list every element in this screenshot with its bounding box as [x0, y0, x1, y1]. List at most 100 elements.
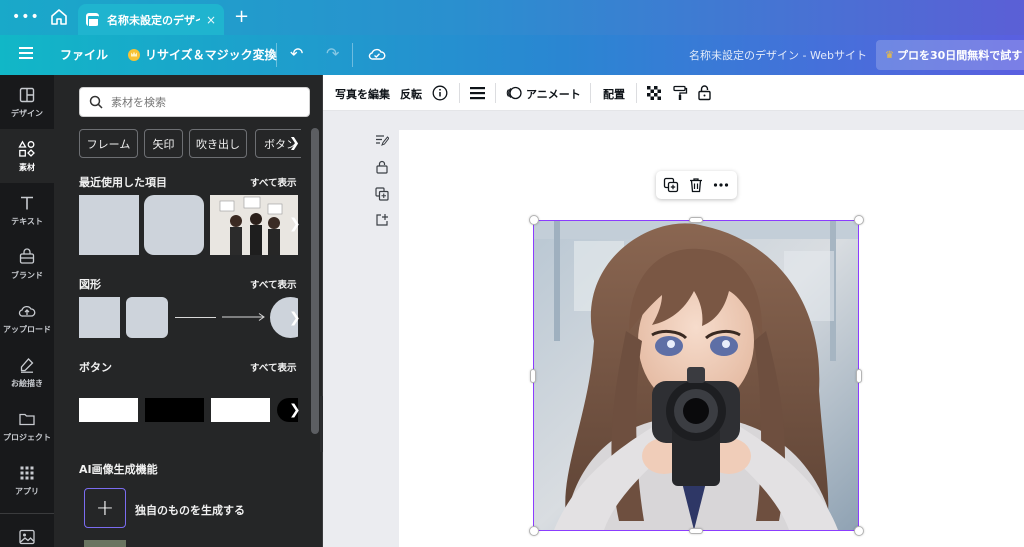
pro-trial-label: プロを30日間無料で試す [896, 49, 1023, 62]
edit-photo-button[interactable]: 写真を編集 [335, 86, 390, 102]
shapes-next-icon[interactable]: ❯ [289, 310, 301, 326]
cloud-saved-icon[interactable] [368, 45, 386, 63]
ai-generate-plus-button[interactable]: + [84, 488, 126, 528]
rail-label: ブランド [11, 270, 43, 280]
search-icon [89, 95, 103, 109]
element-quick-menu [656, 171, 737, 199]
resize-handle-bottom-right[interactable] [854, 526, 864, 536]
tab-title: 名称未設定のデザイ... [107, 13, 200, 27]
chevron-right-icon[interactable]: ❯ [289, 136, 300, 151]
rail-item-design[interactable]: デザイン [0, 75, 54, 129]
tab-close-icon[interactable]: × [206, 13, 216, 27]
rail-item-apps[interactable]: アプリ [0, 453, 54, 507]
buttons-next-icon[interactable]: ❯ [289, 402, 301, 418]
pro-trial-button[interactable]: ♛ プロを30日間無料で試す [876, 40, 1024, 70]
animate-button[interactable]: アニメート [526, 86, 581, 102]
border-style-icon[interactable] [470, 86, 485, 100]
recent-see-all-link[interactable]: すべて表示 [250, 175, 296, 189]
rail-item-elements[interactable]: 素材 [0, 129, 54, 183]
shape-arrow-line[interactable] [222, 312, 266, 322]
apps-icon [20, 466, 34, 479]
duplicate-icon[interactable] [663, 177, 679, 193]
position-button[interactable]: 配置 [603, 86, 625, 102]
menubar-divider [276, 43, 277, 67]
document-title[interactable]: 名称未設定のデザイン - Webサイト [689, 47, 867, 63]
chip-arrows[interactable]: 矢印 [144, 129, 183, 158]
rail-item-brand[interactable]: ブランド [0, 237, 54, 291]
home-icon[interactable] [50, 8, 68, 26]
rail-item-uploads[interactable]: アップロード [0, 291, 54, 345]
chip-speech-bubbles[interactable]: 吹き出し [189, 129, 247, 158]
ai-sample-thumbnail[interactable] [84, 540, 126, 547]
buttons-section-title: ボタン [79, 361, 112, 374]
resize-handle-top-left[interactable] [529, 215, 539, 225]
photos-icon[interactable] [18, 528, 36, 546]
crown-icon [128, 48, 140, 61]
element-search-box[interactable] [79, 87, 310, 117]
shape-square[interactable] [79, 297, 120, 338]
draw-icon [20, 357, 34, 373]
toolbar-divider [459, 83, 460, 103]
undo-icon[interactable]: ↶ [290, 44, 303, 63]
recent-item-photo-thumbnail[interactable] [210, 195, 298, 255]
file-menu-button[interactable]: ファイル [60, 46, 108, 63]
trash-icon[interactable] [688, 177, 704, 193]
rail-item-projects[interactable]: プロジェクト [0, 399, 54, 453]
info-icon[interactable] [432, 85, 448, 101]
browser-menu-icon[interactable]: ••• [12, 9, 40, 25]
category-chips: フレーム 矢印 吹き出し ボタン [79, 129, 301, 159]
browser-tab-active[interactable]: 名称未設定のデザイ... × [78, 4, 224, 35]
recent-next-icon[interactable]: ❯ [289, 216, 301, 232]
rail-label: プロジェクト [3, 432, 51, 442]
app-menubar: ファイル リサイズ＆マジック変換 ↶ ↷ 名称未設定のデザイン - Webサイト… [0, 35, 1024, 75]
brand-icon [19, 247, 35, 264]
rail-label: デザイン [11, 108, 43, 118]
ai-generate-label[interactable]: 独自のものを生成する [135, 502, 245, 518]
button-white[interactable] [79, 398, 138, 422]
resize-handle-bottom[interactable] [689, 528, 703, 534]
layout-icon [19, 87, 35, 102]
rail-label: アップロード [3, 324, 51, 334]
transparency-icon[interactable] [647, 86, 661, 100]
resize-handle-bottom-left[interactable] [529, 526, 539, 536]
rail-item-text[interactable]: テキスト [0, 183, 54, 237]
recent-item-rounded-square[interactable] [144, 195, 204, 255]
rail-divider [0, 513, 54, 514]
resize-handle-top[interactable] [689, 217, 703, 223]
shapes-see-all-link[interactable]: すべて表示 [250, 277, 296, 291]
redo-icon[interactable]: ↷ [326, 44, 339, 63]
buttons-see-all-link[interactable]: すべて表示 [250, 360, 296, 374]
upload-icon [18, 305, 36, 317]
flip-button[interactable]: 反転 [400, 86, 422, 102]
shapes-icon [18, 139, 35, 157]
rail-label: テキスト [11, 216, 43, 226]
rail-label: お絵描き [11, 378, 43, 388]
lock-page-icon[interactable] [375, 160, 389, 174]
recent-item-square[interactable] [79, 195, 139, 255]
new-tab-button[interactable]: + [234, 6, 249, 27]
text-icon [21, 196, 33, 209]
rail-item-draw[interactable]: お絵描き [0, 345, 54, 399]
shape-line[interactable] [175, 317, 216, 318]
browser-tab-strip: ••• 名称未設定のデザイ... × + [0, 0, 1024, 35]
duplicate-page-icon[interactable] [375, 187, 389, 201]
button-white-outline[interactable] [211, 398, 270, 422]
button-black[interactable] [145, 398, 204, 422]
element-search-input[interactable] [111, 95, 301, 109]
chip-frames[interactable]: フレーム [79, 129, 138, 158]
paint-roller-icon[interactable] [672, 85, 688, 101]
resize-handle-right[interactable] [856, 369, 862, 383]
more-options-icon[interactable] [713, 177, 729, 193]
animate-icon [506, 86, 522, 100]
ai-section-title: AI画像生成機能 [79, 463, 158, 476]
resize-magic-button[interactable]: リサイズ＆マジック変換 [128, 46, 277, 63]
add-page-icon[interactable] [375, 213, 389, 227]
resize-handle-top-right[interactable] [854, 215, 864, 225]
shape-rounded-square[interactable] [126, 297, 168, 338]
unlock-icon[interactable] [697, 84, 712, 101]
hamburger-menu-icon[interactable] [19, 47, 33, 59]
rail-label: 素材 [19, 162, 35, 172]
resize-handle-left[interactable] [530, 369, 536, 383]
panel-scrollbar[interactable] [311, 128, 319, 434]
notes-icon[interactable] [375, 133, 389, 147]
